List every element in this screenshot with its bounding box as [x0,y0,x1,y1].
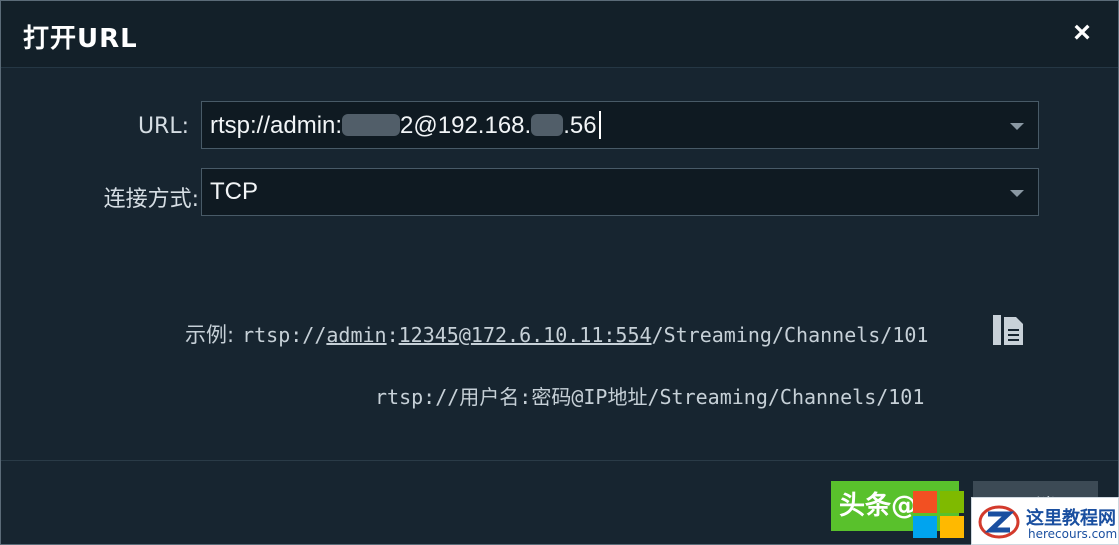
text-caret [598,111,601,139]
example-path: /Streaming/Channels/101 [651,323,929,347]
example-colon: : [386,323,399,347]
example-pass: 12345 [398,323,459,347]
example-user: admin [326,323,387,347]
chevron-down-icon[interactable] [1010,123,1024,130]
example-label: 示例: [185,323,235,347]
redacted-blur [342,114,401,136]
connect-method-value: TCP [210,178,258,205]
site-watermark: 这里教程网 herecours.com [971,497,1119,545]
close-icon[interactable]: × [1064,15,1100,51]
dialog-title: 打开URL [23,24,138,54]
windows-logo-icon [913,491,964,538]
example-at: @ [458,323,471,347]
dialog-titlebar: 打开URL × [1,1,1118,68]
connect-method-select[interactable]: TCP [201,168,1039,216]
chevron-down-icon[interactable] [1010,190,1024,197]
example-host: 172.6.10.11:554 [470,323,652,347]
watermark-subtitle: herecours.com [1028,527,1118,541]
url-input[interactable]: rtsp://admin: 2@192.168. .56 [210,111,601,140]
url-label: URL: [137,114,189,139]
open-url-dialog: 打开URL × URL: rtsp://admin: 2@192.168. .56 … [0,0,1119,545]
redacted-blur [531,114,564,136]
example-scheme: rtsp:// [242,323,327,347]
url-value-suffix: .56 [563,112,597,139]
url-value-prefix: rtsp://admin: [210,112,343,139]
footer-divider [1,460,1118,461]
url-value-mid: 2@192.168. [400,112,532,139]
copy-icon[interactable] [991,313,1025,347]
example-line-1: 示例: rtsp://admin:12345@172.6.10.11:554/St… [185,319,928,349]
url-combobox[interactable]: rtsp://admin: 2@192.168. .56 [201,101,1039,149]
connect-label: 连接方式: [103,187,199,212]
watermark-logo-icon [978,505,1020,539]
example-line-2: rtsp://用户名:密码@IP地址/Streaming/Channels/10… [375,385,925,409]
